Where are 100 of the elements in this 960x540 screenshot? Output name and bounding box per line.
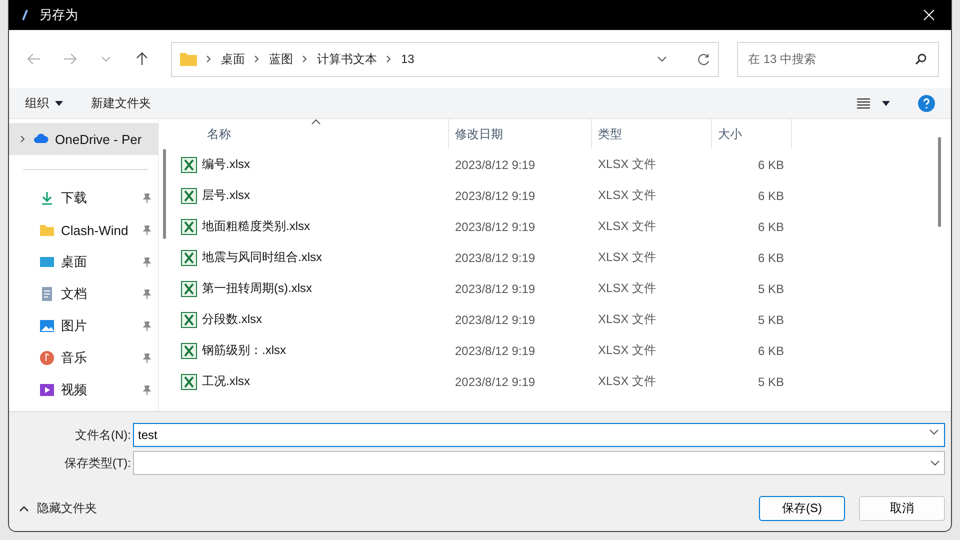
caret-icon [882, 100, 890, 106]
table-cell-text: 2023/8/12 9:19 [454, 374, 536, 388]
arrow-up-icon [136, 52, 148, 66]
table-cell-text: 2023/8/12 9:19 [454, 220, 536, 234]
window-title: 另存为 [39, 6, 79, 24]
close-icon [923, 9, 935, 21]
feather-icon [21, 9, 29, 21]
column-header[interactable]: 大小 [712, 119, 792, 149]
table-cell-text: XLSX 文件 [597, 311, 658, 328]
filename-field[interactable]: test [133, 423, 945, 447]
file-name-text: 工况.xlsx [202, 373, 250, 390]
sidebar-item[interactable]: 桌面 [9, 246, 158, 278]
new-folder-button[interactable]: 新建文件夹 [91, 94, 151, 112]
field-label: 文件名(N): [74, 426, 132, 444]
table-cell-text: 2023/8/12 9:19 [454, 344, 536, 358]
column-header[interactable]: 名称 [173, 119, 449, 149]
file-type-dropdown[interactable] [133, 451, 945, 475]
table-cell-text: 2023/8/12 9:19 [454, 282, 536, 296]
file-name-text: 地震与风同时组合.xlsx [202, 249, 322, 266]
file-name-text: 层号.xlsx [202, 187, 250, 204]
folder-icon [39, 222, 55, 238]
scrollbar-thumb[interactable] [163, 149, 166, 239]
video-icon [39, 382, 55, 398]
help-icon[interactable] [918, 94, 935, 112]
chevron-icon [205, 55, 213, 63]
table-cell-text: XLSX 文件 [597, 249, 658, 266]
column-header[interactable]: 修改日期 [449, 119, 592, 149]
sidebar-item[interactable]: 文档 [9, 278, 158, 310]
sidebar-item[interactable]: Clash-Wind [9, 214, 158, 246]
expand-icon [19, 135, 27, 143]
caret-icon [55, 100, 63, 106]
table-cell-text: 2023/8/12 9:19 [454, 312, 536, 326]
spreadsheet-icon [181, 280, 197, 296]
chevron-icon [301, 55, 309, 63]
file-name[interactable]: 分段数.xlsx [173, 311, 449, 328]
table-cell-text: 2023/8/12 9:19 [454, 158, 536, 172]
document-icon [39, 286, 55, 302]
music-icon [39, 350, 55, 366]
arrow-right-icon [63, 53, 77, 65]
cancel-button[interactable]: 取消 [859, 496, 945, 521]
organize-menu[interactable]: 组织 [25, 94, 63, 112]
file-name[interactable]: 层号.xlsx [173, 187, 449, 204]
sidebar-item[interactable]: OneDrive - Per [9, 123, 158, 155]
file-name[interactable]: 地面粗糙度类别.xlsx [173, 218, 449, 235]
address-bar[interactable]: 桌面 蓝图 计算书文本 13 [171, 42, 719, 76]
arrow-left-icon [27, 53, 41, 65]
spreadsheet-icon [181, 312, 197, 328]
table-cell-text: 5 KB [756, 374, 785, 388]
file-name-text: 钢筋级别：.xlsx [202, 342, 286, 359]
table-cell-text: 6 KB [756, 344, 785, 358]
sidebar-item[interactable]: 音乐 [9, 342, 158, 374]
pin-icon[interactable] [142, 385, 152, 395]
sidebar-item[interactable]: 下载 [9, 182, 158, 214]
caret-icon [657, 56, 667, 62]
file-name-text: 编号.xlsx [202, 156, 250, 173]
table-cell-text: 2023/8/12 9:19 [454, 250, 536, 264]
refresh-icon[interactable] [697, 52, 710, 66]
table-cell-text: 2023/8/12 9:19 [454, 188, 536, 202]
pin-icon[interactable] [142, 353, 152, 363]
file-name-text: 地面粗糙度类别.xlsx [202, 218, 310, 235]
file-name[interactable]: 工况.xlsx [173, 373, 449, 390]
spreadsheet-icon [181, 342, 197, 358]
breadcrumb[interactable]: 计算书文本 [317, 50, 377, 68]
breadcrumb[interactable]: 13 [401, 52, 414, 66]
pin-icon[interactable] [142, 321, 152, 331]
list-view-icon [857, 98, 870, 108]
file-name[interactable]: 地震与风同时组合.xlsx [173, 249, 449, 266]
sidebar-item[interactable]: 视频 [9, 374, 158, 406]
hide-folders-toggle[interactable]: 隐藏文件夹 [19, 500, 745, 517]
sidebar-item[interactable]: 图片 [9, 310, 158, 342]
pin-icon[interactable] [142, 193, 152, 203]
scrollbar-thumb[interactable] [938, 137, 941, 227]
table-cell-text: 6 KB [756, 188, 785, 202]
search-field[interactable]: 在 13 中搜索 [737, 42, 939, 76]
chevron-icon [253, 55, 261, 63]
table-cell-text: XLSX 文件 [597, 156, 658, 173]
file-name-text: 分段数.xlsx [202, 311, 262, 328]
pin-icon[interactable] [142, 225, 152, 235]
table-cell-text: 5 KB [756, 282, 785, 296]
spreadsheet-icon [181, 218, 197, 234]
breadcrumb[interactable]: 蓝图 [269, 50, 293, 68]
column-header[interactable]: 类型 [592, 119, 712, 149]
chevron-down-icon [101, 56, 111, 62]
file-name[interactable]: 钢筋级别：.xlsx [173, 342, 449, 359]
caret-icon [929, 429, 939, 435]
table-cell-text: XLSX 文件 [597, 280, 658, 297]
chevron-up-icon [19, 506, 29, 512]
table-cell-text: 6 KB [756, 250, 785, 264]
search-icon [915, 52, 927, 64]
breadcrumb[interactable]: 桌面 [221, 50, 245, 68]
table-cell-text: 6 KB [756, 220, 785, 234]
save-button[interactable]: 保存(S) [759, 496, 845, 521]
pin-icon[interactable] [142, 289, 152, 299]
spreadsheet-icon [181, 250, 197, 266]
pin-icon[interactable] [142, 257, 152, 267]
file-name-text: 第一扭转周期(s).xlsx [202, 280, 312, 297]
file-name[interactable]: 第一扭转周期(s).xlsx [173, 280, 449, 297]
file-name[interactable]: 编号.xlsx [173, 156, 449, 173]
view-menu[interactable] [857, 98, 890, 108]
table-cell-text: 5 KB [756, 312, 785, 326]
